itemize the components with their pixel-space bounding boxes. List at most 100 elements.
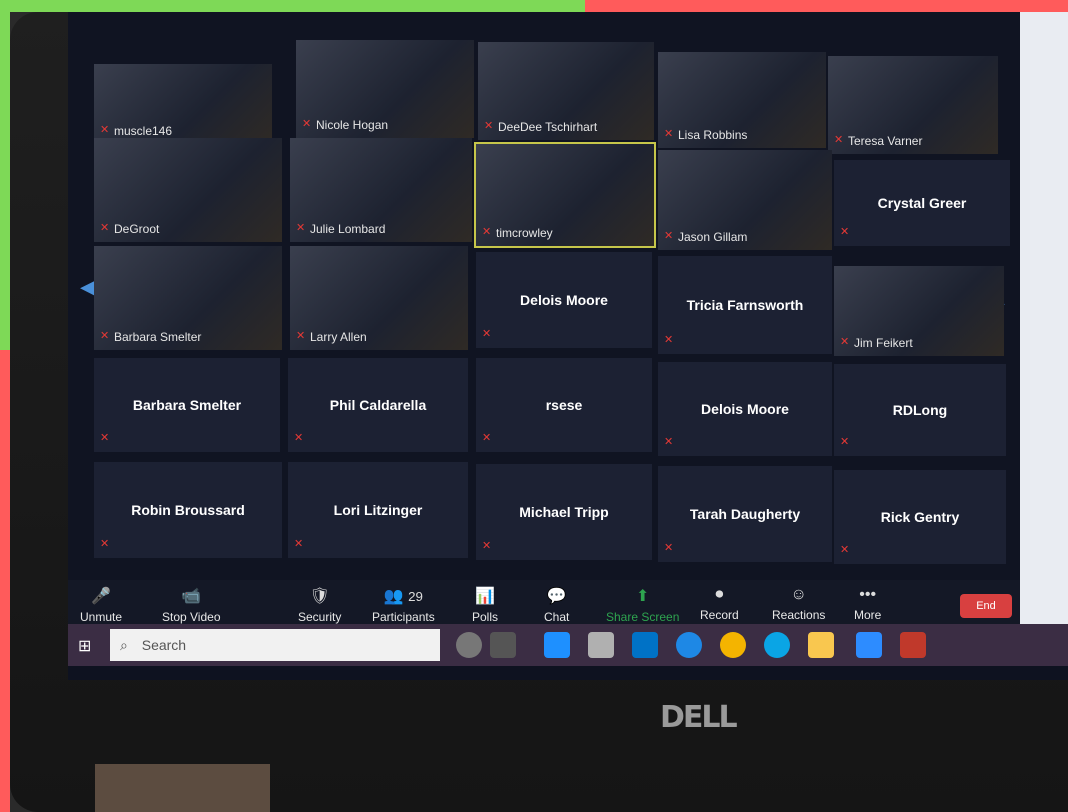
end-button[interactable]: End <box>960 594 1012 618</box>
participant-tile[interactable]: Lori Litzinger ✕ <box>288 462 468 558</box>
zoom-icon[interactable] <box>856 632 882 658</box>
participant-tile[interactable]: ✕ Barbara Smelter <box>94 246 282 350</box>
mic-muted-icon: ✕ <box>840 226 850 238</box>
reactions-icon: ☺ <box>790 586 807 603</box>
task-view-icon[interactable] <box>490 632 516 658</box>
participant-tile[interactable]: ✕ timcrowley <box>474 142 656 248</box>
participant-tile[interactable]: ✕ Nicole Hogan <box>296 40 474 138</box>
participant-name: Michael Tripp <box>519 504 609 520</box>
share-screen-button[interactable]: ⬆ Share Screen <box>606 586 679 624</box>
participant-tile[interactable]: ✕ Jim Feikert <box>834 266 1004 356</box>
participant-name: Tricia Farnsworth <box>686 297 804 313</box>
participant-name: Delois Moore <box>520 292 608 308</box>
mic-muted-icon: ✕ <box>664 128 674 140</box>
calculator-icon[interactable] <box>544 632 570 658</box>
chat-button[interactable]: 💬 Chat <box>544 586 569 624</box>
background-red <box>585 0 1068 12</box>
more-label: More <box>854 608 882 622</box>
reactions-button[interactable]: ☺ Reactions <box>772 586 825 622</box>
participants-icon: 👥 29 <box>383 588 423 605</box>
participant-tile[interactable]: RDLong ✕ <box>834 364 1006 456</box>
mic-muted-icon: ✕ <box>664 436 674 448</box>
security-button[interactable]: 🛡 Security <box>298 586 341 624</box>
taskbar-search[interactable]: ⌕ Search <box>110 629 440 661</box>
polls-button[interactable]: 📊 Polls <box>472 586 498 624</box>
windows-start-icon[interactable]: ⊞ <box>78 636 91 656</box>
participant-name: Nicole Hogan <box>316 118 389 132</box>
participant-name: Rick Gentry <box>880 509 960 525</box>
participant-tile[interactable]: Rick Gentry ✕ <box>834 470 1006 564</box>
mic-muted-icon: 🎤 <box>91 588 111 605</box>
polls-icon: 📊 <box>475 588 495 605</box>
chat-label: Chat <box>544 610 570 624</box>
mic-muted-icon: ✕ <box>100 124 110 136</box>
mic-muted-icon: ✕ <box>664 542 674 554</box>
participant-name: Robin Broussard <box>131 502 245 518</box>
participant-tile[interactable]: Robin Broussard ✕ <box>94 462 282 558</box>
participant-name: DeGroot <box>114 222 160 236</box>
meeting-toolbar: 🎤 Unmute 📹 Stop Video 🛡 Security 👥 29 Pa… <box>68 580 1020 628</box>
security-label: Security <box>298 610 342 624</box>
cortana-icon[interactable] <box>456 632 482 658</box>
edge-icon[interactable] <box>764 632 790 658</box>
participant-name: Julie Lombard <box>310 222 386 236</box>
mic-muted-icon: ✕ <box>296 222 306 234</box>
participant-tile[interactable]: ✕ Larry Allen <box>290 246 468 350</box>
participant-tile[interactable]: Tricia Farnsworth ✕ <box>658 256 832 354</box>
participant-tile[interactable]: ✕ Jason Gillam <box>658 150 832 250</box>
participant-name: Larry Allen <box>310 330 367 344</box>
participant-name: Barbara Smelter <box>132 397 242 413</box>
stop-video-button[interactable]: 📹 Stop Video <box>162 586 221 624</box>
mic-muted-icon: ✕ <box>482 226 492 238</box>
participant-tile[interactable]: ✕ Teresa Varner <box>828 56 998 154</box>
video-camera-icon: 📹 <box>181 588 202 605</box>
mic-muted-icon: ✕ <box>100 538 110 550</box>
participant-tile[interactable]: Barbara Smelter ✕ <box>94 358 280 452</box>
internet-explorer-icon[interactable] <box>676 632 702 658</box>
participant-name: timcrowley <box>496 226 553 240</box>
participant-tile[interactable]: Michael Tripp ✕ <box>476 464 652 560</box>
participant-tile[interactable]: rsese ✕ <box>476 358 652 452</box>
background-red-left <box>0 350 10 812</box>
participants-label: Participants <box>372 610 435 624</box>
search-icon: ⌕ <box>120 637 128 653</box>
shield-icon: 🛡 <box>309 588 330 605</box>
participant-name: muscle146 <box>114 124 173 138</box>
share-screen-icon: ⬆ <box>635 588 650 605</box>
mic-muted-icon: ✕ <box>100 222 110 234</box>
record-button[interactable]: ⏺ Record <box>700 586 739 622</box>
participant-tile[interactable]: ✕ DeGroot <box>94 138 282 242</box>
dell-logo: DELL <box>660 700 738 735</box>
participant-tile[interactable]: Delois Moore ✕ <box>476 252 652 348</box>
participant-tile[interactable]: Crystal Greer ✕ <box>834 160 1010 246</box>
search-label: Search <box>141 637 187 653</box>
mic-muted-icon: ✕ <box>840 336 850 348</box>
participant-tile[interactable]: Delois Moore ✕ <box>658 362 832 456</box>
mic-muted-icon: ✕ <box>294 538 304 550</box>
laptop-screen: ◀ ▶ ✕muscle146✕Nicole Hogan✕DeeDee Tschi… <box>68 12 1068 680</box>
share-screen-label: Share Screen <box>606 610 680 624</box>
unmute-button[interactable]: 🎤 Unmute <box>80 586 122 624</box>
participant-tile[interactable]: ✕ Julie Lombard <box>290 138 472 242</box>
more-button[interactable]: ••• More <box>854 586 881 622</box>
app-icon[interactable] <box>588 632 614 658</box>
laptop-hinge <box>95 764 270 812</box>
participants-button[interactable]: 👥 29 Participants <box>372 586 435 624</box>
file-explorer-icon[interactable] <box>808 632 834 658</box>
chrome-icon[interactable] <box>720 632 746 658</box>
zoom-gallery: ◀ ▶ ✕muscle146✕Nicole Hogan✕DeeDee Tschi… <box>68 12 1020 624</box>
mic-muted-icon: ✕ <box>302 118 312 130</box>
outlook-icon[interactable] <box>632 632 658 658</box>
participant-name: RDLong <box>892 402 948 418</box>
participant-name: rsese <box>545 397 583 413</box>
chat-icon: 💬 <box>546 588 567 605</box>
participant-tile[interactable]: Tarah Daugherty ✕ <box>658 466 832 562</box>
participant-tile[interactable]: ✕ DeeDee Tschirhart <box>478 42 654 140</box>
participant-tile[interactable]: ✕ muscle146 <box>94 64 272 144</box>
powerpoint-icon[interactable] <box>900 632 926 658</box>
participant-tile[interactable]: Phil Caldarella ✕ <box>288 358 468 452</box>
mic-muted-icon: ✕ <box>482 432 492 444</box>
chat-panel[interactable] <box>1020 12 1068 624</box>
participant-name: Delois Moore <box>701 401 789 417</box>
participant-tile[interactable]: ✕ Lisa Robbins <box>658 52 826 148</box>
